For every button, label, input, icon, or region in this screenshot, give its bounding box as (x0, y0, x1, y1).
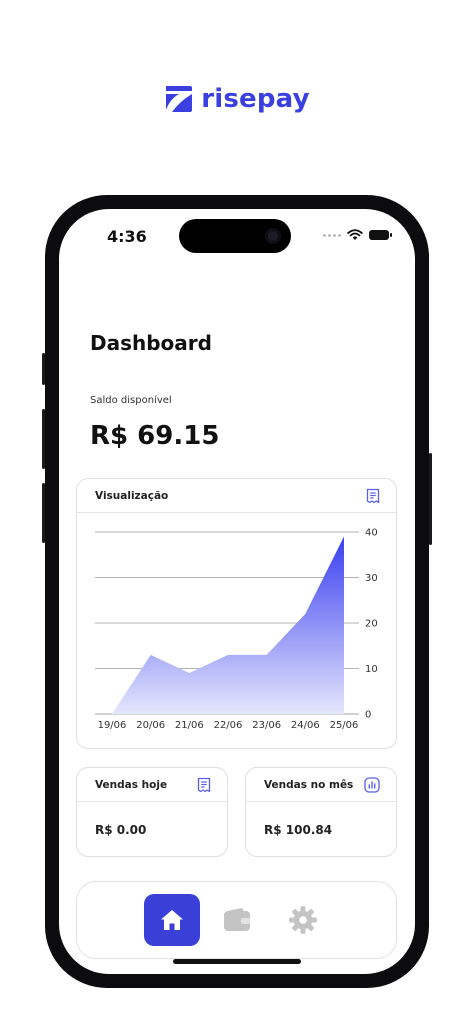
x-tick-label: 25/06 (330, 720, 359, 731)
risepay-logo-icon (166, 86, 193, 112)
receipt-icon[interactable] (197, 777, 211, 793)
phone-volume-up (42, 409, 45, 469)
x-tick-label: 19/06 (98, 720, 127, 731)
sales-today-header: Vendas hoje (77, 768, 227, 802)
wifi-icon (347, 229, 363, 240)
x-tick-label: 22/06 (214, 720, 243, 731)
camera-icon (265, 228, 281, 244)
phone-frame: 4:36 Dashboard Saldo disponível R$ 69.15… (42, 195, 432, 988)
y-tick-label: 40 (365, 528, 378, 539)
sales-today-card: Vendas hoje R$ 0.00 (76, 767, 228, 857)
phone-volume-down (42, 483, 45, 543)
x-tick-label: 24/06 (291, 720, 320, 731)
y-tick-label: 30 (365, 573, 378, 584)
x-tick-label: 23/06 (252, 720, 281, 731)
x-tick-label: 21/06 (175, 720, 204, 731)
sales-month-header: Vendas no mês (246, 768, 396, 802)
chart-card-header: Visualização (77, 479, 396, 513)
y-tick-label: 20 (365, 619, 378, 630)
chart-area-series (112, 536, 344, 714)
receipt-icon[interactable] (366, 488, 380, 504)
sales-month-card: Vendas no mês R$ 100.84 (245, 767, 397, 857)
gear-icon (289, 906, 317, 934)
sales-today-value: R$ 0.00 (95, 823, 147, 837)
bottom-nav (76, 881, 397, 959)
status-time: 4:36 (107, 227, 147, 246)
app-screen: 4:36 Dashboard Saldo disponível R$ 69.15… (59, 209, 415, 974)
sales-month-title: Vendas no mês (264, 778, 354, 791)
balance-label: Saldo disponível (90, 395, 172, 406)
page-title: Dashboard (90, 331, 212, 355)
sales-today-title: Vendas hoje (95, 778, 168, 791)
y-tick-label: 0 (365, 710, 371, 721)
chart-card-title: Visualização (95, 489, 169, 502)
status-icons (323, 229, 392, 241)
brand-header: risepay (0, 82, 473, 116)
nav-settings-button[interactable] (288, 905, 318, 935)
signal-icon (323, 233, 341, 237)
balance-value: R$ 69.15 (90, 421, 220, 451)
y-tick-label: 10 (365, 664, 378, 675)
home-icon (161, 910, 183, 930)
nav-wallet-button[interactable] (222, 905, 252, 935)
sales-month-value: R$ 100.84 (264, 823, 333, 837)
dynamic-island (179, 219, 291, 253)
nav-home-button[interactable] (144, 894, 200, 946)
wallet-icon (224, 908, 250, 931)
brand-name: risepay (201, 84, 310, 114)
chart-card: Visualização 0 10 20 30 40 19/06 20/06 2… (76, 478, 397, 749)
sales-area-chart: 0 10 20 30 40 19/06 20/06 21/06 22/06 23/06 24/06… (95, 528, 378, 731)
phone-side-button (42, 353, 45, 385)
battery-icon (369, 230, 392, 240)
x-tick-label: 20/06 (136, 720, 165, 731)
bar-chart-icon[interactable] (364, 776, 380, 793)
home-indicator (173, 959, 301, 964)
phone-power-button (429, 453, 432, 545)
